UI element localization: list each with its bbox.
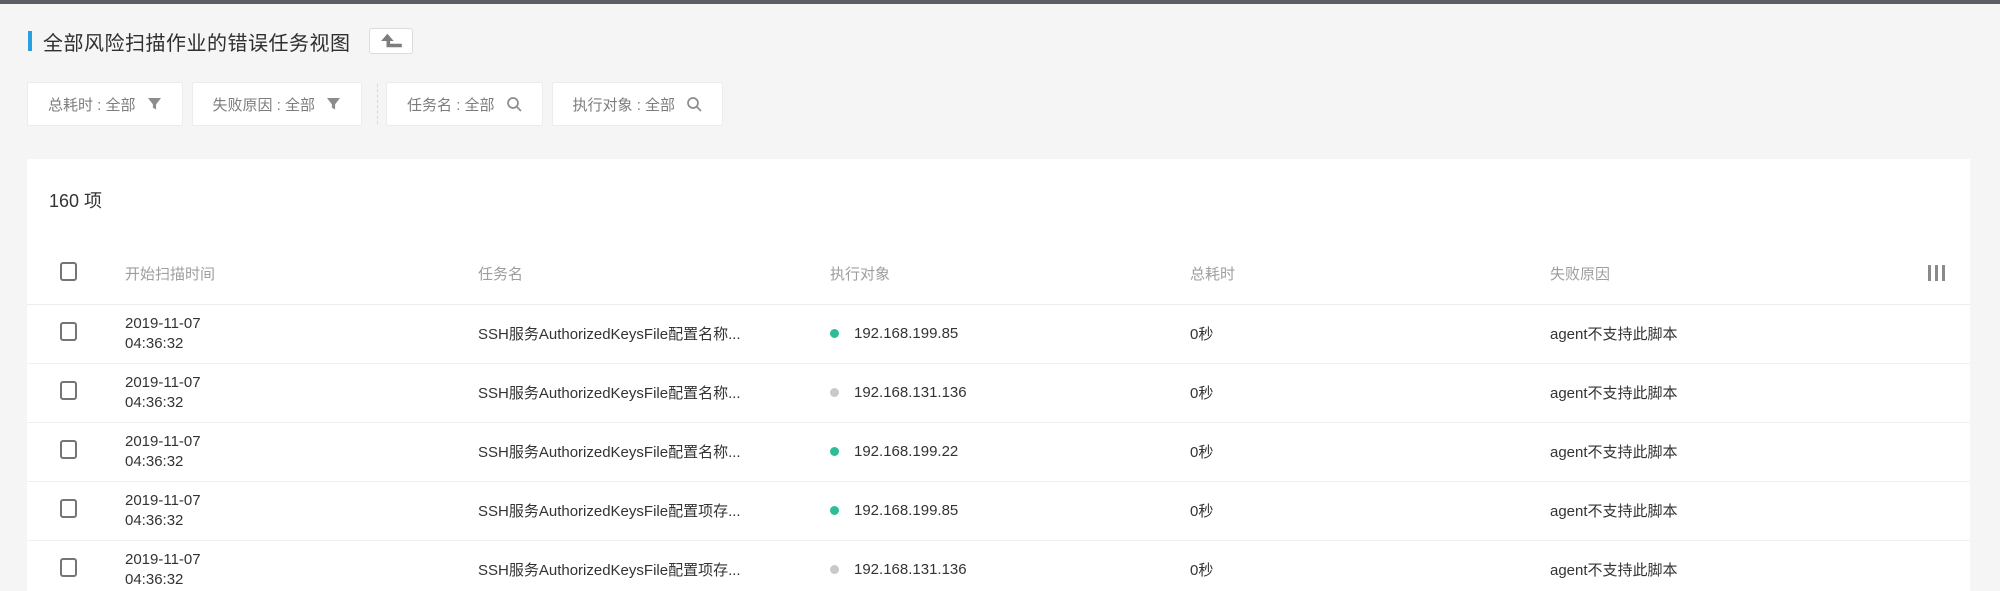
row-checkbox[interactable] <box>60 558 77 577</box>
duration-cell: 0秒 <box>1190 422 1550 481</box>
column-header-target: 执行对象 <box>830 244 1190 304</box>
target-status-dot <box>830 388 839 397</box>
column-header-task-name: 任务名 <box>478 244 830 304</box>
table-row[interactable]: 2019-11-0704:36:32 SSH服务AuthorizedKeysFi… <box>27 304 1970 363</box>
fail-reason-cell: agent不支持此脚本 <box>1550 363 1925 422</box>
error-task-table: 开始扫描时间 任务名 执行对象 总耗时 失败原因 2019-11-0704:36… <box>27 244 1970 591</box>
filter-bar: 总耗时 : 全部 失败原因 : 全部 任务名 : 全部 执行对象 : 全部 <box>27 82 2000 126</box>
duration-cell: 0秒 <box>1190 304 1550 363</box>
target-cell: 192.168.131.136 <box>830 561 1190 578</box>
filter-chip-label: 失败原因 : 全部 <box>213 94 316 115</box>
start-time-cell: 2019-11-0704:36:32 <box>125 550 478 590</box>
page-title: 全部风险扫描作业的错误任务视图 <box>43 27 351 56</box>
search-icon <box>506 96 522 112</box>
column-header-start-time: 开始扫描时间 <box>125 244 478 304</box>
filter-chip-label: 执行对象 : 全部 <box>573 94 676 115</box>
target-ip: 192.168.199.22 <box>854 443 958 460</box>
target-status-dot <box>830 565 839 574</box>
row-checkbox[interactable] <box>60 381 77 400</box>
top-border-bar <box>0 0 2000 4</box>
target-status-dot <box>830 447 839 456</box>
target-ip: 192.168.131.136 <box>854 384 967 401</box>
start-time-cell: 2019-11-0704:36:32 <box>125 314 478 354</box>
fail-reason-cell: agent不支持此脚本 <box>1550 304 1925 363</box>
row-checkbox[interactable] <box>60 440 77 459</box>
table-header-row: 开始扫描时间 任务名 执行对象 总耗时 失败原因 <box>27 244 1970 304</box>
task-name-cell: SSH服务AuthorizedKeysFile配置项存... <box>478 481 830 540</box>
row-checkbox[interactable] <box>60 322 77 341</box>
target-status-dot <box>830 329 839 338</box>
task-name-cell: SSH服务AuthorizedKeysFile配置名称... <box>478 304 830 363</box>
filter-chip-duration[interactable]: 总耗时 : 全部 <box>27 82 183 126</box>
table-row[interactable]: 2019-11-0704:36:32 SSH服务AuthorizedKeysFi… <box>27 540 1970 591</box>
search-icon <box>686 96 702 112</box>
filter-group-divider <box>377 84 378 124</box>
column-settings-icon[interactable] <box>1925 262 1949 284</box>
filter-chip-fail-reason[interactable]: 失败原因 : 全部 <box>192 82 363 126</box>
task-table-card: 160 项 开始扫描时间 任务名 执行对象 总耗时 失败原因 <box>27 159 1970 591</box>
target-status-dot <box>830 506 839 515</box>
fail-reason-cell: agent不支持此脚本 <box>1550 422 1925 481</box>
task-name-cell: SSH服务AuthorizedKeysFile配置名称... <box>478 422 830 481</box>
filter-chip-label: 总耗时 : 全部 <box>48 94 136 115</box>
funnel-filter-icon <box>147 97 162 111</box>
target-cell: 192.168.199.85 <box>830 325 1190 342</box>
start-time-cell: 2019-11-0704:36:32 <box>125 432 478 472</box>
target-ip: 192.168.199.85 <box>854 325 958 342</box>
filter-chip-label: 任务名 : 全部 <box>407 94 495 115</box>
start-time-cell: 2019-11-0704:36:32 <box>125 373 478 413</box>
target-cell: 192.168.131.136 <box>830 384 1190 401</box>
filter-chip-task-name[interactable]: 任务名 : 全部 <box>386 82 543 126</box>
target-cell: 192.168.199.22 <box>830 443 1190 460</box>
fail-reason-cell: agent不支持此脚本 <box>1550 540 1925 591</box>
table-row[interactable]: 2019-11-0704:36:32 SSH服务AuthorizedKeysFi… <box>27 422 1970 481</box>
filter-chip-target[interactable]: 执行对象 : 全部 <box>552 82 724 126</box>
column-header-fail-reason: 失败原因 <box>1550 244 1925 304</box>
row-checkbox[interactable] <box>60 499 77 518</box>
go-up-level-button[interactable] <box>369 28 413 54</box>
target-ip: 192.168.199.85 <box>854 502 958 519</box>
start-time-cell: 2019-11-0704:36:32 <box>125 491 478 531</box>
duration-cell: 0秒 <box>1190 481 1550 540</box>
target-cell: 192.168.199.85 <box>830 502 1190 519</box>
funnel-filter-icon <box>326 97 341 111</box>
select-all-checkbox[interactable] <box>60 262 77 281</box>
level-up-arrow-icon <box>378 32 404 50</box>
table-row[interactable]: 2019-11-0704:36:32 SSH服务AuthorizedKeysFi… <box>27 363 1970 422</box>
task-name-cell: SSH服务AuthorizedKeysFile配置名称... <box>478 363 830 422</box>
page-header: 全部风险扫描作业的错误任务视图 <box>28 28 2000 54</box>
task-name-cell: SSH服务AuthorizedKeysFile配置项存... <box>478 540 830 591</box>
column-header-duration: 总耗时 <box>1190 244 1550 304</box>
fail-reason-cell: agent不支持此脚本 <box>1550 481 1925 540</box>
title-accent-bar <box>28 31 32 51</box>
result-count: 160 项 <box>27 159 1970 244</box>
target-ip: 192.168.131.136 <box>854 561 967 578</box>
duration-cell: 0秒 <box>1190 363 1550 422</box>
table-row[interactable]: 2019-11-0704:36:32 SSH服务AuthorizedKeysFi… <box>27 481 1970 540</box>
duration-cell: 0秒 <box>1190 540 1550 591</box>
